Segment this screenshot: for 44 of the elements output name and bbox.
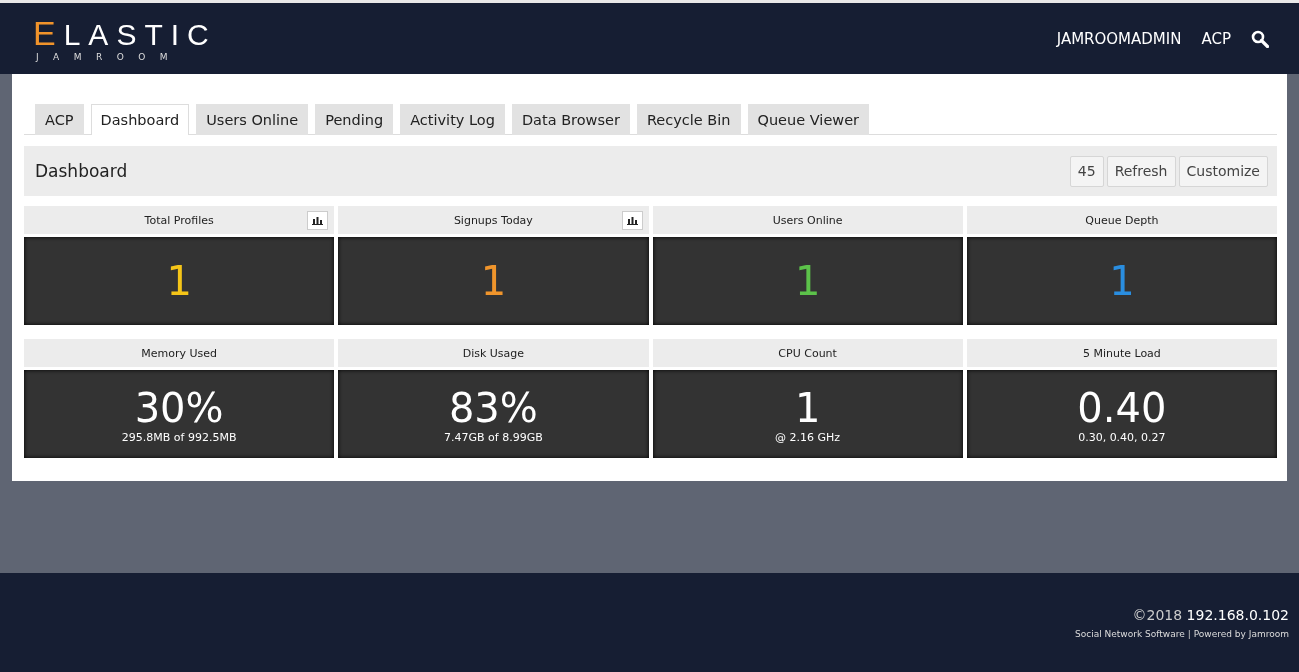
separator: | xyxy=(1187,628,1191,639)
nav-link[interactable]: JAMROOMADMIN xyxy=(1056,29,1182,48)
stat-value: 1 xyxy=(1109,258,1135,304)
logo: E LASTIC JAMROOM xyxy=(33,15,217,62)
stat-value: 1 xyxy=(480,258,507,304)
stat-value: 0.40 xyxy=(1077,384,1167,431)
stat-value: 1 xyxy=(794,384,821,431)
tab[interactable]: ACP xyxy=(35,104,84,135)
stat-detail: 295.8MB of 992.5MB xyxy=(121,430,237,444)
tab[interactable]: Activity Log xyxy=(400,104,505,135)
stat-value: 30% xyxy=(134,384,224,431)
stat-detail: 0.30, 0.40, 0.27 xyxy=(1078,430,1166,444)
tab[interactable]: Pending xyxy=(315,104,394,135)
copyright-text: ©2018 192.168.0.102 xyxy=(1132,606,1289,623)
tab[interactable]: Recycle Bin xyxy=(636,104,741,135)
panel-title: Dashboard xyxy=(35,161,128,181)
tile-title: Total Profiles xyxy=(144,213,214,227)
bar-chart-icon xyxy=(312,216,324,225)
bar-chart-icon xyxy=(626,216,638,225)
toolbar-button[interactable]: 45 xyxy=(1069,155,1104,187)
stat-value: 1 xyxy=(166,258,192,304)
tab[interactable]: Queue Viewer xyxy=(747,104,870,135)
footer-link[interactable]: Powered by Jamroom xyxy=(1193,628,1289,639)
stat-value: 1 xyxy=(794,258,821,304)
chart-button[interactable] xyxy=(307,211,329,230)
toolbar-button[interactable]: Customize xyxy=(1178,155,1268,187)
tile-title: Disk Usage xyxy=(462,346,525,360)
tile-title: Users Online xyxy=(772,213,843,227)
toolbar-button[interactable]: Refresh xyxy=(1106,155,1176,187)
tile-title: 5 Minute Load xyxy=(1082,346,1161,360)
chart-button[interactable] xyxy=(621,211,643,230)
stat-value: 83% xyxy=(448,384,538,431)
tile-title: CPU Count xyxy=(778,346,837,360)
tile-title: Queue Depth xyxy=(1085,213,1159,227)
stat-detail: @ 2.16 GHz xyxy=(775,430,841,444)
tab[interactable]: Users Online xyxy=(196,104,309,135)
tab[interactable]: Dashboard xyxy=(90,104,190,135)
nav-link[interactable]: ACP xyxy=(1201,29,1231,48)
footer-link[interactable]: Social Network Software xyxy=(1075,628,1185,639)
tile-title: Signups Today xyxy=(453,213,533,227)
tab[interactable]: Data Browser xyxy=(511,104,630,135)
stat-detail: 7.47GB of 8.99GB xyxy=(444,430,543,444)
search-icon[interactable] xyxy=(1251,29,1269,48)
tile-title: Memory Used xyxy=(141,346,217,360)
